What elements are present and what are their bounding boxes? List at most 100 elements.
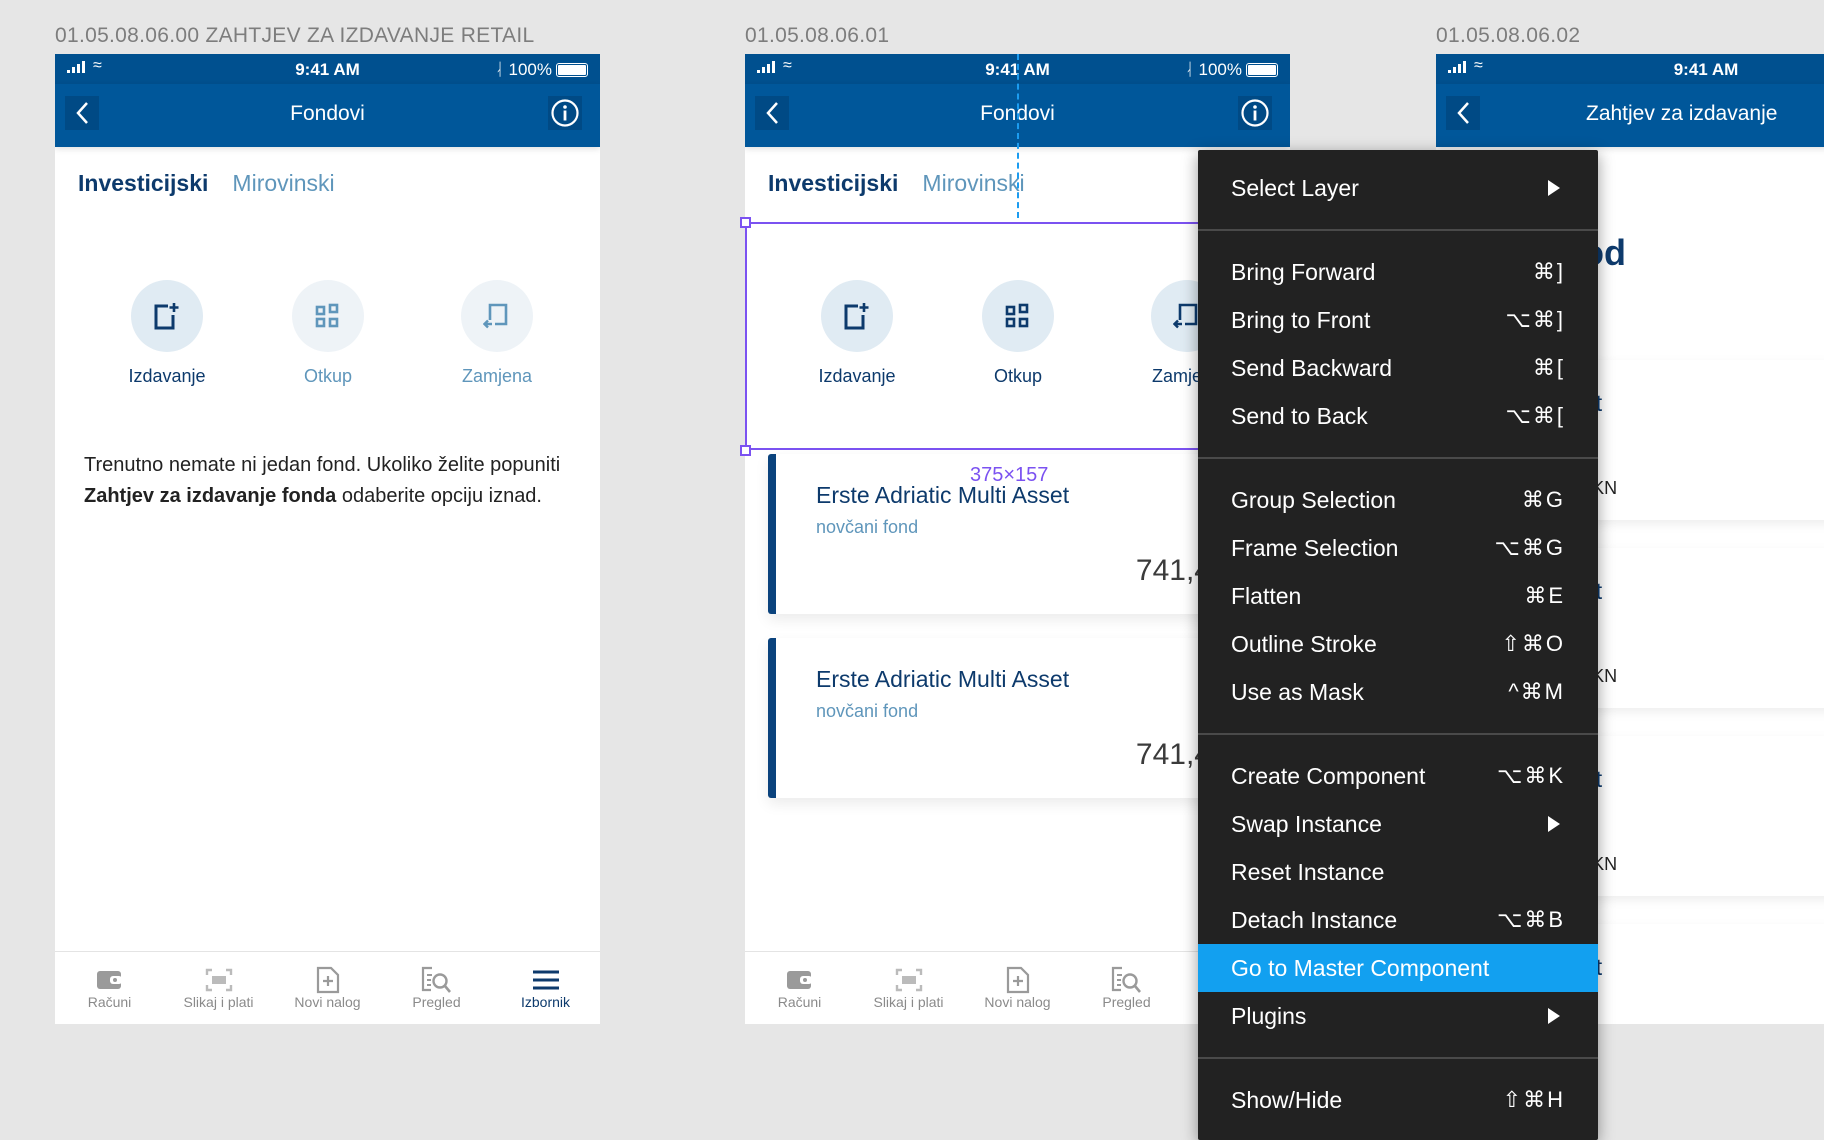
submenu-arrow-icon [1548,180,1560,196]
nav-bar: Fondovi [55,84,600,147]
menu-item-shortcut: ⌥⌘] [1505,307,1565,332]
menu-item-create-component[interactable]: Create Component ⌥⌘K [1198,752,1598,800]
search-list-icon [421,966,451,993]
phone-frame-1[interactable]: ≈ 9:41 AM ᛆ 100% Fondovi Investicijski Mi… [55,54,600,1024]
bottom-tab-izbornik[interactable]: Izbornik [491,952,600,1024]
menu-item-label: Group Selection [1231,486,1396,513]
menu-item-shortcut: ⇧⌘O [1501,631,1565,656]
info-button[interactable] [1238,96,1272,130]
wallet-icon [786,971,812,989]
menu-separator [1198,733,1598,735]
tab-investicijski[interactable]: Investicijski [768,170,898,197]
bottom-tab-racuni[interactable]: Računi [55,952,164,1024]
action-zamjena[interactable]: Zamjena [427,280,567,387]
menu-item-label: Use as Mask [1231,678,1364,705]
bottom-tab-novi-nalog[interactable]: Novi nalog [963,952,1072,1024]
fund-type: novčani fond [816,701,919,721]
menu-item-label: Select Layer [1231,174,1359,201]
menu-item-label: Send Backward [1231,354,1393,381]
empty-state-bold: Zahtjev za izdavanje fonda [84,485,337,507]
selection-box[interactable] [745,222,1205,450]
action-label: Otkup [303,366,353,386]
battery-percent: 100% [1198,60,1242,79]
status-time: 9:41 AM [1673,60,1739,79]
menu-item-plugins[interactable]: Plugins [1198,992,1598,1040]
submenu-arrow-icon [1548,816,1560,832]
menu-item-label: Plugins [1231,1002,1307,1029]
bottom-tab-label: Izbornik [520,994,571,1010]
back-button[interactable] [1446,96,1480,130]
fund-actions: Izdavanje Otkup Zamjena [55,280,600,400]
bottom-tab-label: Novi nalog [294,994,361,1010]
status-bar: ≈ 9:41 AM [1436,54,1824,84]
menu-item-label: Bring Forward [1231,258,1376,285]
info-button[interactable] [548,96,582,130]
menu-item-detach-instance[interactable]: Detach Instance ⌥⌘B [1198,896,1598,944]
resize-handle-bottom-left[interactable] [740,445,751,456]
tab-mirovinski[interactable]: Mirovinski [922,170,1024,197]
menu-item-select-layer[interactable]: Select Layer [1198,164,1598,212]
menu-item-shortcut: ⌘E [1524,583,1565,608]
bottom-tab-label: Slikaj i plati [183,994,254,1010]
bottom-tab-racuni[interactable]: Računi [745,952,854,1024]
menu-item-use-as-mask[interactable]: Use as Mask ^⌘M [1198,668,1598,716]
menu-item-bring-to-front[interactable]: Bring to Front ⌥⌘] [1198,296,1598,344]
menu-icon [532,970,559,990]
bottom-tab-label: Računi [777,994,822,1010]
grid-icon [315,303,339,328]
menu-item-group-selection[interactable]: Group Selection ⌘G [1198,476,1598,524]
tab-mirovinski[interactable]: Mirovinski [232,170,334,197]
menu-separator [1198,229,1598,231]
menu-item-label: Send to Back [1231,402,1368,429]
bottom-tab-novi-nalog[interactable]: Novi nalog [273,952,382,1024]
fund-tabs: Investicijski Mirovinski [768,170,1025,197]
menu-separator [1198,1057,1598,1059]
resize-handle-top-left[interactable] [740,217,751,228]
menu-item-label: Bring to Front [1231,306,1371,333]
exchange-icon [483,303,508,329]
bottom-tab-label: Novi nalog [984,994,1051,1010]
bottom-tab-label: Slikaj i plati [873,994,944,1010]
context-menu: Select Layer Bring Forward ⌘] Bring to Fron… [1198,150,1598,1140]
action-otkup[interactable]: Otkup [258,280,398,387]
scan-icon [205,968,232,992]
battery-icon [1246,63,1278,77]
info-icon [551,99,579,127]
fund-type: novčani fond [816,517,919,537]
fund-card[interactable]: Erste Adriatic Multi Asset novčani fond … [768,638,1266,798]
status-bar: ≈ 9:41 AM ᛆ 100% [55,54,600,84]
tab-investicijski[interactable]: Investicijski [78,170,208,197]
menu-item-flatten[interactable]: Flatten ⌘E [1198,572,1598,620]
menu-item-swap-instance[interactable]: Swap Instance [1198,800,1598,848]
menu-item-label: Detach Instance [1231,906,1398,933]
menu-padding [1198,150,1598,164]
bluetooth-icon: ᛆ [494,60,505,79]
menu-item-outline-stroke[interactable]: Outline Stroke ⇧⌘O [1198,620,1598,668]
empty-state-text-end: odaberite opciju iznad. [336,485,542,507]
action-izdavanje[interactable]: Izdavanje [97,280,237,387]
new-document-icon [154,303,179,330]
menu-item-frame-selection[interactable]: Frame Selection ⌥⌘G [1198,524,1598,572]
empty-state-text: Trenutno nemate ni jedan fond. Ukoliko ž… [84,454,561,476]
bottom-tab-pregled[interactable]: Pregled [1072,952,1181,1024]
center-guide-line [1017,54,1019,218]
menu-item-bring-forward[interactable]: Bring Forward ⌘] [1198,248,1598,296]
menu-item-label: Show/Hide [1231,1086,1343,1113]
menu-item-shortcut: ⌥⌘B [1496,907,1565,932]
menu-item-label: Frame Selection [1231,534,1399,561]
bottom-tab-slikaj[interactable]: Slikaj i plati [164,952,273,1024]
bottom-tab-slikaj[interactable]: Slikaj i plati [854,952,963,1024]
menu-item-shortcut: ⌘G [1521,487,1565,512]
menu-item-show-hide[interactable]: Show/Hide ⇧⌘H [1198,1076,1598,1124]
menu-item-go-to-master-component[interactable]: Go to Master Component [1198,944,1598,992]
menu-item-send-to-back[interactable]: Send to Back ⌥⌘[ [1198,392,1598,440]
menu-item-send-backward[interactable]: Send Backward ⌘[ [1198,344,1598,392]
bottom-tab-pregled[interactable]: Pregled [382,952,491,1024]
menu-item-label: Swap Instance [1231,810,1382,837]
action-label: Izdavanje [128,366,206,386]
bottom-tab-bar: Računi Slikaj i plati Novi nalog Pregled… [55,951,600,1024]
menu-item-shortcut: ^⌘M [1508,679,1565,704]
menu-item-reset-instance[interactable]: Reset Instance [1198,848,1598,896]
chevron-left-icon [1457,102,1469,124]
wallet-icon [96,971,122,989]
